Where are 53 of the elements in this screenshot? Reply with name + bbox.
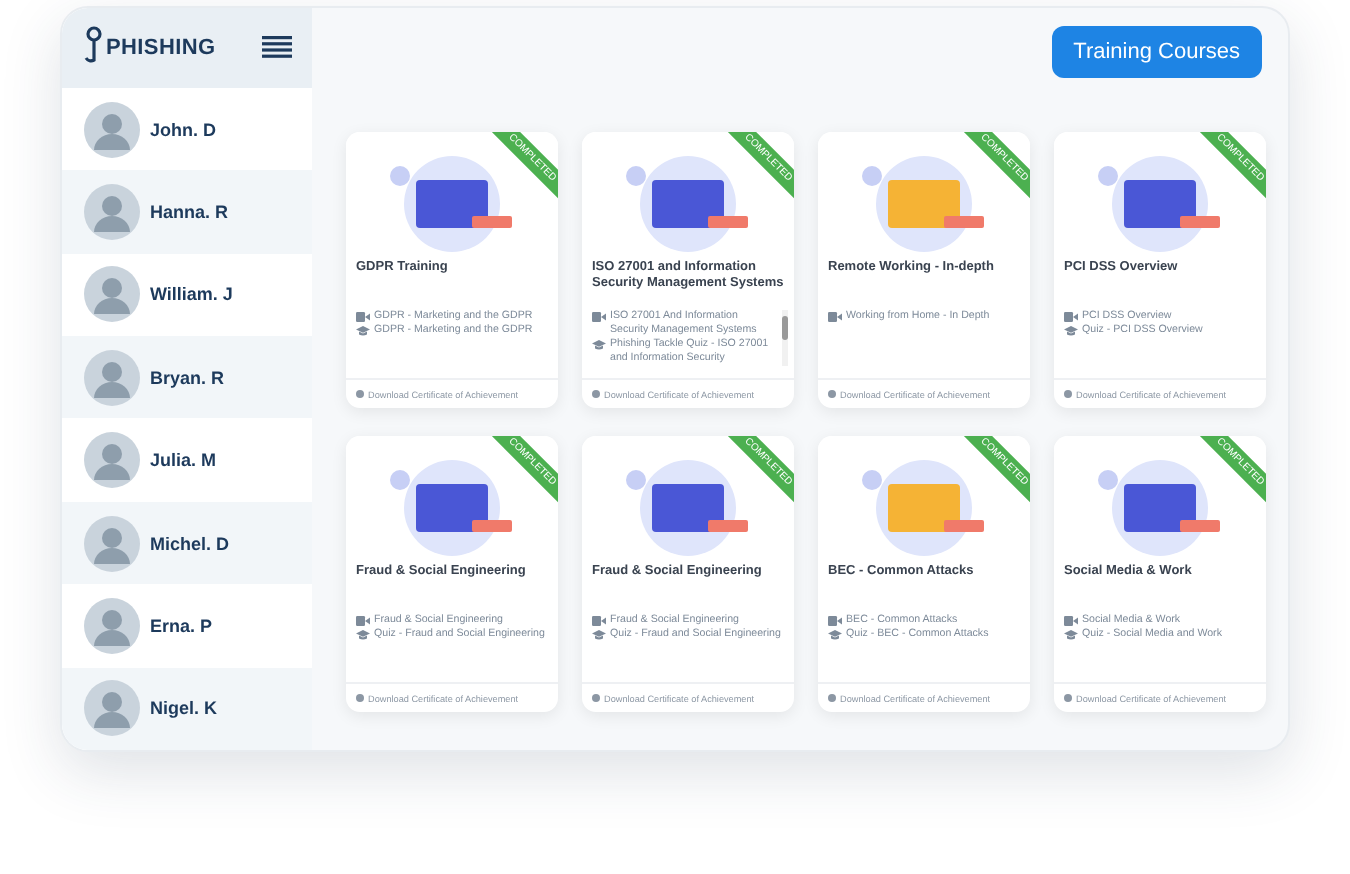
graduation-cap-icon: [356, 326, 370, 336]
avatar-icon: [84, 432, 140, 489]
course-card[interactable]: [582, 132, 794, 408]
video-camera-icon: [356, 312, 370, 322]
scrollbar[interactable]: [782, 310, 788, 366]
video-camera-icon: [828, 312, 842, 322]
user-list-item[interactable]: Julia. M: [62, 418, 312, 502]
video-camera-icon: [1064, 616, 1078, 626]
user-list-item[interactable]: John. D: [62, 87, 312, 171]
dot-icon: [592, 390, 600, 398]
avatar-icon: [84, 515, 140, 572]
avatar-icon: [84, 183, 140, 240]
video-camera-icon: [828, 616, 842, 626]
video-camera-icon: [592, 616, 606, 626]
user-list-item[interactable]: Erna. P: [62, 584, 312, 668]
user-name: Nigel. K: [150, 698, 218, 719]
user-list-item[interactable]: Nigel. K: [62, 667, 312, 750]
dot-icon: [1064, 390, 1072, 398]
graduation-cap-icon: [828, 630, 842, 640]
user-list-item[interactable]: Bryan. R: [62, 336, 312, 419]
graduation-cap-icon: [1064, 630, 1078, 640]
graduation-cap-icon: [592, 340, 606, 350]
menu-icon: [262, 36, 292, 59]
user-name: Erna. P: [150, 615, 213, 636]
user-name: Michel. D: [150, 533, 230, 554]
user-name: Hanna. R: [150, 201, 229, 222]
user-list-item[interactable]: Hanna. R: [62, 170, 312, 254]
user-list-item[interactable]: Michel. D: [62, 501, 312, 585]
dot-icon: [828, 390, 836, 398]
user-name: Bryan. R: [150, 367, 225, 388]
user-name: John. D: [150, 119, 216, 140]
dot-icon: [356, 694, 364, 702]
user-name: Julia. M: [150, 450, 217, 471]
user-list-item[interactable]: William. J: [62, 253, 312, 337]
graduation-cap-icon: [592, 630, 606, 640]
avatar-icon: [84, 101, 140, 158]
avatar-icon: [84, 680, 140, 737]
dot-icon: [828, 694, 836, 702]
avatar-icon: [84, 266, 140, 323]
dot-icon: [1064, 694, 1072, 702]
video-camera-icon: [592, 312, 606, 322]
video-camera-icon: [356, 616, 370, 626]
training-courses-button[interactable]: Training Courses: [1051, 25, 1262, 77]
dot-icon: [356, 390, 364, 398]
avatar-icon: [84, 597, 140, 654]
graduation-cap-icon: [356, 630, 370, 640]
avatar-icon: [84, 349, 140, 406]
user-name: William. J: [150, 284, 233, 305]
video-camera-icon: [1064, 312, 1078, 322]
menu-button[interactable]: [262, 36, 292, 59]
logo-text: PHISHING: [106, 35, 216, 60]
dot-icon: [592, 694, 600, 702]
graduation-cap-icon: [1064, 326, 1078, 336]
